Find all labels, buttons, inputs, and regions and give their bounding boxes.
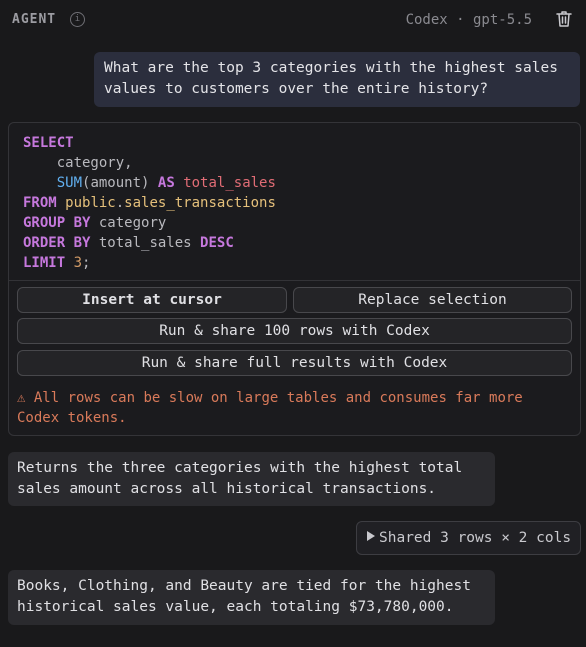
sql-code-block: SELECT category, SUM(amount) AS total_sa…	[23, 133, 276, 273]
sql-schema: public	[65, 195, 116, 211]
sql-column: category	[98, 215, 167, 231]
warning-icon: ⚠	[17, 390, 26, 406]
model-label[interactable]: Codex · gpt-5.5	[406, 12, 532, 28]
run-share-full-results-button[interactable]: Run & share full results with Codex	[17, 350, 572, 376]
sql-keyword: AS	[157, 175, 175, 191]
sql-function: SUM	[56, 175, 83, 191]
panel-title: AGENT	[12, 12, 57, 27]
sql-column: category,	[56, 155, 133, 171]
trash-icon[interactable]	[556, 10, 572, 28]
sql-number: 3	[73, 255, 83, 271]
info-icon[interactable]: i	[70, 12, 85, 27]
sql-suggestion-card: SELECT category, SUM(amount) AS total_sa…	[8, 122, 581, 436]
sql-column: total_sales	[98, 235, 192, 251]
card-divider	[9, 280, 580, 281]
sql-semicolon: ;	[82, 255, 91, 271]
sql-keyword: DESC	[200, 235, 234, 251]
assistant-message: Returns the three categories with the hi…	[8, 452, 495, 506]
sql-keyword: LIMIT	[23, 255, 66, 271]
shared-result-label: Shared 3 rows × 2 cols	[379, 530, 572, 546]
user-message: What are the top 3 categories with the h…	[94, 52, 580, 107]
sql-table: sales_transactions	[124, 195, 276, 211]
sql-keyword: SELECT	[23, 135, 74, 151]
assistant-message: Books, Clothing, and Beauty are tied for…	[8, 570, 495, 625]
run-share-100-rows-button[interactable]: Run & share 100 rows with Codex	[17, 318, 572, 344]
warning-text: All rows can be slow on large tables and…	[17, 390, 523, 426]
trash-icon-glyph	[556, 11, 572, 27]
sql-keyword: GROUP BY	[23, 215, 91, 231]
shared-result-toggle[interactable]: Shared 3 rows × 2 cols	[356, 521, 581, 555]
agent-panel-header: AGENT i Codex · gpt-5.5	[0, 0, 586, 40]
play-icon	[367, 531, 375, 541]
sql-dot: .	[115, 195, 125, 211]
sql-keyword: ORDER BY	[23, 235, 91, 251]
replace-selection-button[interactable]: Replace selection	[293, 287, 572, 313]
warning-message: ⚠ All rows can be slow on large tables a…	[17, 388, 572, 428]
sql-keyword: FROM	[23, 195, 57, 211]
insert-at-cursor-button[interactable]: Insert at cursor	[17, 287, 287, 313]
sql-argument: (amount)	[82, 175, 150, 191]
sql-alias: total_sales	[183, 175, 276, 191]
